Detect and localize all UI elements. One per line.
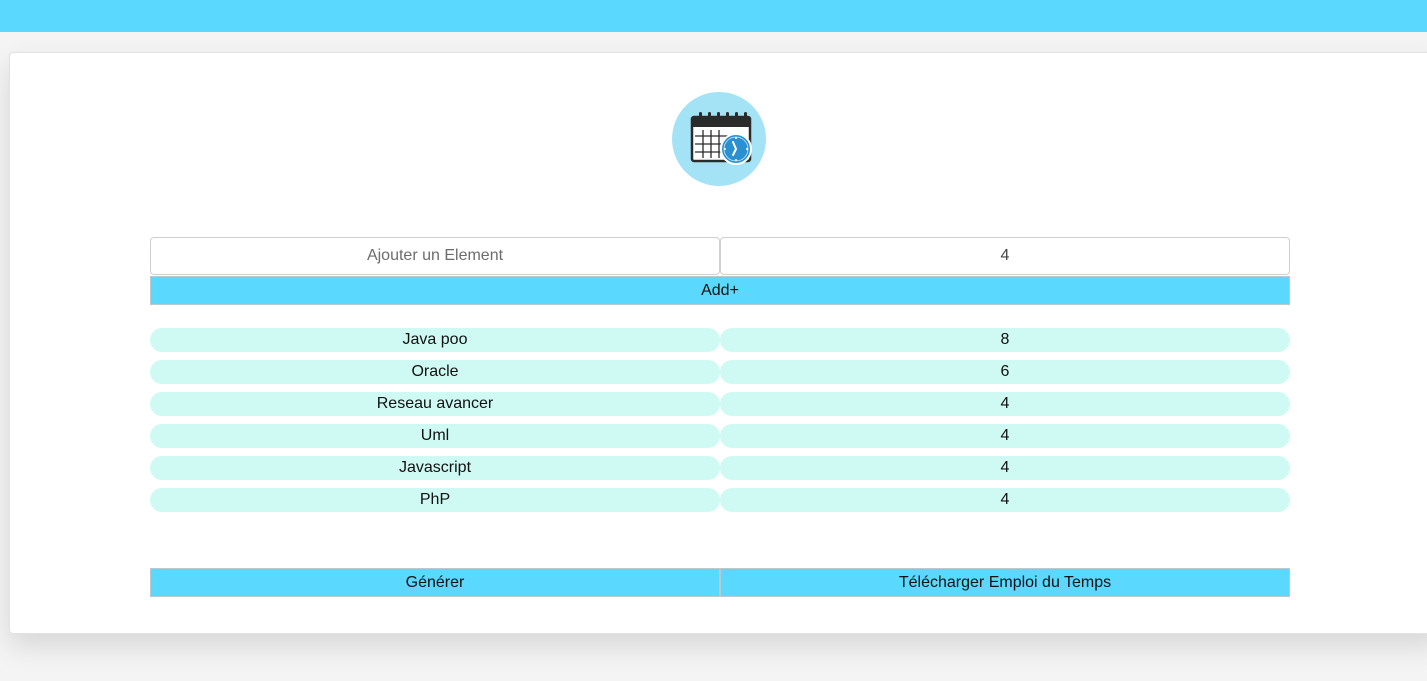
- element-hours: 4: [720, 392, 1290, 416]
- element-name: Reseau avancer: [150, 392, 720, 416]
- element-hours: 4: [720, 424, 1290, 448]
- main-card: Add+ Java poo 8 Oracle 6 Reseau avancer …: [9, 52, 1427, 634]
- list-item: Uml 4: [150, 424, 1290, 448]
- list-item: PhP 4: [150, 488, 1290, 512]
- elements-list: Java poo 8 Oracle 6 Reseau avancer 4 Uml…: [150, 328, 1290, 520]
- list-item: Java poo 8: [150, 328, 1290, 352]
- calendar-clock-icon: [672, 92, 766, 186]
- top-bar: [0, 0, 1427, 32]
- add-element-form: [150, 237, 1290, 275]
- list-item: Javascript 4: [150, 456, 1290, 480]
- element-name: Oracle: [150, 360, 720, 384]
- element-name: Javascript: [150, 456, 720, 480]
- element-hours: 6: [720, 360, 1290, 384]
- hours-input[interactable]: [720, 237, 1290, 275]
- element-hours: 4: [720, 488, 1290, 512]
- element-name: Uml: [150, 424, 720, 448]
- add-button[interactable]: Add+: [150, 276, 1290, 305]
- element-hours: 8: [720, 328, 1290, 352]
- element-hours: 4: [720, 456, 1290, 480]
- element-name-input[interactable]: [150, 237, 720, 275]
- generate-button[interactable]: Générer: [150, 568, 720, 597]
- list-item: Oracle 6: [150, 360, 1290, 384]
- element-name: Java poo: [150, 328, 720, 352]
- list-item: Reseau avancer 4: [150, 392, 1290, 416]
- action-bar: Générer Télécharger Emploi du Temps: [150, 568, 1290, 597]
- element-name: PhP: [150, 488, 720, 512]
- download-schedule-button[interactable]: Télécharger Emploi du Temps: [720, 568, 1290, 597]
